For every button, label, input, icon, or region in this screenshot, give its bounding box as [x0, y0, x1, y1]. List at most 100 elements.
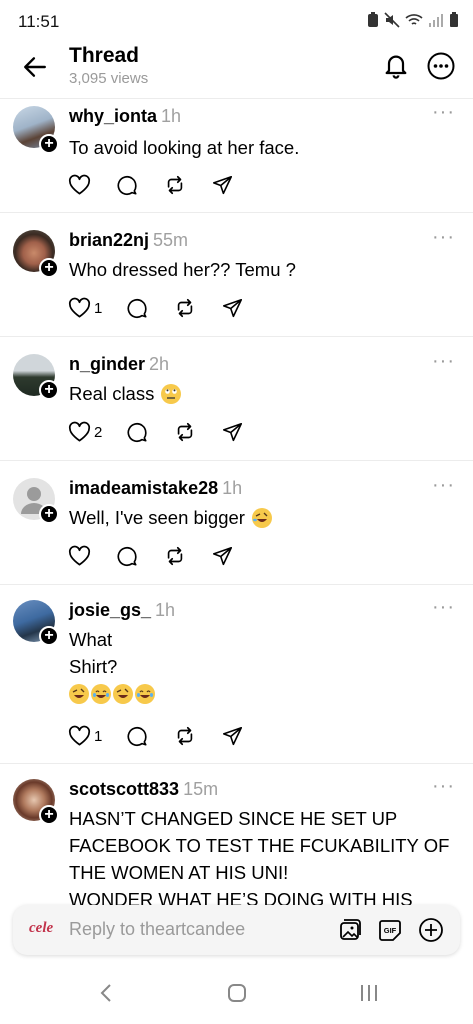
username-text[interactable]: brian22nj — [69, 230, 149, 250]
post-text: What Shirt? — [69, 626, 459, 707]
repost-button[interactable] — [164, 542, 212, 570]
like-button[interactable]: 1 — [68, 722, 126, 750]
follow-plus-icon[interactable]: + — [39, 134, 59, 154]
thread-post: + brian22nj 55m ··· Who dressed her?? Tem… — [0, 212, 473, 337]
share-button[interactable] — [222, 294, 270, 322]
like-count: 1 — [94, 727, 103, 745]
gif-icon[interactable]: GIF — [377, 917, 403, 943]
joy-emoji-icon — [135, 684, 155, 704]
share-button[interactable] — [222, 722, 270, 750]
send-icon[interactable] — [212, 175, 233, 196]
svg-text:GIF: GIF — [384, 926, 397, 935]
repost-icon[interactable] — [164, 545, 186, 567]
post-username[interactable]: n_ginder 2h — [69, 354, 169, 375]
signal-icon — [429, 14, 443, 27]
wifi-icon — [405, 14, 423, 25]
comment-icon[interactable] — [126, 297, 148, 319]
post-text: HASN’T CHANGED SINCE HE SET UP FACEBOOK … — [69, 805, 459, 905]
share-button[interactable] — [212, 542, 260, 570]
arrow-left-icon[interactable] — [22, 54, 48, 80]
post-username[interactable]: imadeamistake28 1h — [69, 478, 242, 499]
rofl-emoji-icon — [69, 684, 89, 704]
bell-icon[interactable] — [382, 52, 410, 80]
page-title: Thread — [69, 44, 140, 67]
post-text-line: WONDER WHAT HE’S DOING WITH HIS — [69, 889, 413, 905]
like-button[interactable]: 1 — [68, 294, 126, 322]
battery-saver-icon — [368, 12, 378, 27]
send-icon[interactable] — [212, 546, 233, 567]
post-more-icon[interactable]: ··· — [432, 101, 455, 124]
follow-plus-icon[interactable]: + — [39, 504, 59, 524]
share-button[interactable] — [212, 171, 260, 199]
comment-button[interactable] — [116, 542, 164, 570]
follow-plus-icon[interactable]: + — [39, 258, 59, 278]
repost-button[interactable] — [174, 294, 222, 322]
repost-button[interactable] — [164, 171, 212, 199]
thread-header: Thread 3,095 views — [0, 40, 473, 99]
repost-button[interactable] — [174, 418, 222, 446]
image-icon[interactable] — [337, 917, 363, 943]
heart-icon[interactable] — [68, 725, 91, 747]
post-more-icon[interactable]: ··· — [432, 775, 455, 798]
username-text[interactable]: why_ionta — [69, 106, 157, 126]
comment-icon[interactable] — [126, 421, 148, 443]
like-button[interactable]: 2 — [68, 418, 126, 446]
username-text[interactable]: imadeamistake28 — [69, 478, 218, 498]
post-more-icon[interactable]: ··· — [432, 474, 455, 497]
status-time: 11:51 — [18, 12, 60, 31]
heart-icon[interactable] — [68, 545, 91, 567]
heart-icon[interactable] — [68, 297, 91, 319]
nav-recents-icon[interactable] — [358, 982, 380, 1004]
post-username[interactable]: why_ionta 1h — [69, 106, 181, 127]
follow-plus-icon[interactable]: + — [39, 380, 59, 400]
repost-icon[interactable] — [174, 297, 196, 319]
nav-back-icon[interactable] — [98, 982, 114, 1004]
plus-circle-icon[interactable] — [418, 917, 444, 943]
follow-plus-icon[interactable]: + — [39, 805, 59, 825]
post-text-content: Real class — [69, 383, 155, 404]
post-text-line: What — [69, 629, 113, 650]
username-text[interactable]: n_ginder — [69, 354, 145, 374]
post-text-content: Well, I've seen bigger — [69, 507, 245, 528]
like-button[interactable] — [68, 171, 116, 199]
comment-button[interactable] — [126, 418, 174, 446]
comment-button[interactable] — [116, 171, 164, 199]
send-icon[interactable] — [222, 298, 243, 319]
rofl-emoji-icon — [113, 684, 133, 704]
post-username[interactable]: josie_gs_ 1h — [69, 600, 175, 621]
more-circle-icon[interactable] — [426, 51, 456, 81]
follow-plus-icon[interactable]: + — [39, 626, 59, 646]
post-more-icon[interactable]: ··· — [432, 596, 455, 619]
like-count: 1 — [94, 299, 103, 317]
post-more-icon[interactable]: ··· — [432, 226, 455, 249]
heart-icon[interactable] — [68, 421, 91, 443]
thread-post: + n_ginder 2h ··· Real class 2 — [0, 336, 473, 461]
post-more-icon[interactable]: ··· — [432, 350, 455, 373]
share-button[interactable] — [222, 418, 270, 446]
comment-icon[interactable] — [126, 725, 148, 747]
post-username[interactable]: scotscott833 15m — [69, 779, 218, 800]
emoji-row — [69, 680, 459, 707]
username-text[interactable]: scotscott833 — [69, 779, 179, 799]
comment-button[interactable] — [126, 294, 174, 322]
rofl-emoji-icon — [252, 508, 273, 528]
heart-icon[interactable] — [68, 174, 91, 196]
repost-icon[interactable] — [174, 725, 196, 747]
send-icon[interactable] — [222, 422, 243, 443]
repost-icon[interactable] — [164, 174, 186, 196]
comment-icon[interactable] — [116, 174, 138, 196]
reply-input[interactable]: Reply to theartcandee — [69, 919, 245, 940]
post-time: 15m — [183, 779, 219, 799]
username-text[interactable]: josie_gs_ — [69, 600, 151, 620]
reply-bar[interactable]: cele Reply to theartcandee GIF — [13, 905, 460, 955]
post-text-line: HASN’T CHANGED SINCE HE SET UP — [69, 808, 398, 829]
nav-home-icon[interactable] — [226, 982, 248, 1004]
post-username[interactable]: brian22nj 55m — [69, 230, 188, 251]
comment-button[interactable] — [126, 722, 174, 750]
comment-icon[interactable] — [116, 545, 138, 567]
send-icon[interactable] — [222, 726, 243, 747]
repost-button[interactable] — [174, 722, 222, 750]
repost-icon[interactable] — [174, 421, 196, 443]
system-nav-bar — [0, 962, 473, 1024]
like-button[interactable] — [68, 542, 116, 570]
